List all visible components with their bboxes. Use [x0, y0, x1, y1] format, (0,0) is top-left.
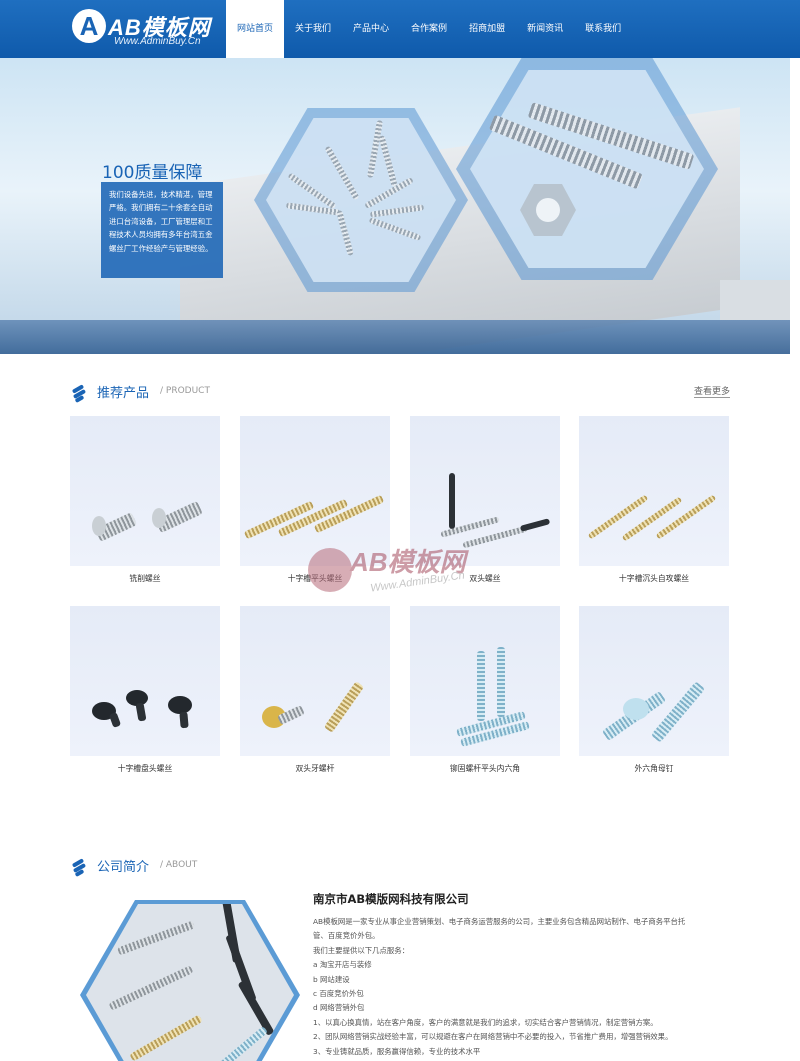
- site-logo[interactable]: A AB模板网 Www.AdminBuy.Cn: [72, 9, 222, 49]
- product-card[interactable]: 铣削螺丝: [70, 416, 220, 588]
- stud-bolt-icon: [240, 606, 390, 756]
- company-name: 南京市AB模版网科技有限公司: [313, 892, 469, 906]
- about-line: 3、专业铸就品质，服务赢得信赖，专业的技术水平: [313, 1046, 481, 1056]
- nav-about[interactable]: 关于我们: [284, 0, 342, 58]
- watermark-logo-icon: [308, 548, 352, 592]
- countersunk-tapping-screw-icon: [579, 416, 729, 566]
- about-line: 我们主要提供以下几点服务：: [313, 945, 410, 955]
- product-name: 铆固螺杆平头内六角: [449, 764, 521, 773]
- about-section-header: 公司简介 / ABOUT: [70, 856, 730, 878]
- site-header: A AB模板网 Www.AdminBuy.Cn 网站首页 关于我们 产品中心 合…: [0, 0, 800, 58]
- company-description: AB模板网是一家专业从事企业营销策划、电子商务运营服务的公司，主要业务包含精品网…: [313, 915, 743, 1059]
- hex-nut-hole: [536, 198, 560, 222]
- about-line: AB模板网是一家专业从事企业营销策划、电子商务运营服务的公司，主要业务包含精品网…: [313, 917, 686, 926]
- products-subtitle: / PRODUCT: [160, 386, 210, 396]
- product-card[interactable]: 外六角母钉: [579, 606, 729, 778]
- company-image-hexagon: [80, 900, 300, 1061]
- logo-subtitle: Www.AdminBuy.Cn: [114, 36, 201, 47]
- nav-home[interactable]: 网站首页: [226, 0, 285, 58]
- main-nav: 网站首页 关于我们 产品中心 合作案例 招商加盟 新闻资讯 联系我们: [226, 0, 632, 58]
- section-bars-icon: [70, 384, 87, 403]
- product-name: 铣削螺丝: [129, 574, 161, 583]
- section-bars-icon: [70, 858, 87, 877]
- ground-reflection: [0, 320, 790, 354]
- nav-join[interactable]: 招商加盟: [458, 0, 516, 58]
- products-title: 推荐产品: [97, 386, 150, 401]
- hero-description: 我们设备先进，技术精湛，管理严格。我们拥有二十余套全自动进口台湾设备，工厂管理层…: [101, 182, 223, 278]
- product-card[interactable]: 铆固螺杆平头内六角: [410, 606, 560, 778]
- hero-title: 100质量保障: [102, 163, 203, 183]
- about-line: a 淘宝开店与装修: [313, 960, 372, 970]
- product-card[interactable]: 十字槽沉头自攻螺丝: [579, 416, 729, 588]
- about-line: 1、以真心换真情，站在客户角度，客户的满意就是我们的追求，切实结合客户营销情况，…: [313, 1017, 658, 1027]
- about-line: b 网站建设: [313, 974, 350, 984]
- products-section-header: 推荐产品 / PRODUCT 查看更多: [70, 382, 730, 404]
- about-subtitle: / ABOUT: [160, 860, 198, 870]
- hex-head-bolt-icon: [579, 606, 729, 756]
- logo-mark-icon: A: [72, 9, 106, 43]
- view-more-link[interactable]: 查看更多: [693, 384, 730, 398]
- nav-products[interactable]: 产品中心: [342, 0, 400, 58]
- watermark: AB模板网 Www.AdminBuy.Cn: [308, 538, 508, 608]
- screws-photo: [86, 904, 294, 1061]
- about-line: 2、团队网络营销实战经验丰富，可以规避在客户在网络营销中不必要的投入，节省推广费…: [313, 1032, 673, 1042]
- about-title: 公司简介: [97, 860, 150, 875]
- nav-contact[interactable]: 联系我们: [574, 0, 632, 58]
- nav-cases[interactable]: 合作案例: [400, 0, 458, 58]
- product-card[interactable]: 双头牙螺杆: [240, 606, 390, 778]
- product-card[interactable]: 十字槽盘头螺丝: [70, 606, 220, 778]
- hero-banner[interactable]: 100质量保障 我们设备先进，技术精湛，管理严格。我们拥有二十余套全自动进口台湾…: [0, 58, 790, 354]
- about-line: d 网络营销外包: [313, 1003, 365, 1013]
- product-name: 双头牙螺杆: [295, 764, 335, 773]
- pan-head-screw-icon: [70, 606, 220, 756]
- product-name: 外六角母钉: [634, 764, 674, 773]
- milled-screw-icon: [70, 416, 220, 566]
- product-name: 十字槽沉头自攻螺丝: [618, 574, 690, 583]
- nav-news[interactable]: 新闻资讯: [516, 0, 574, 58]
- about-line: c 百度竞价外包: [313, 989, 364, 999]
- about-line: 管、百度竞价外包。: [313, 931, 380, 941]
- hex-socket-bolt-icon: [410, 606, 560, 756]
- product-name: 十字槽盘头螺丝: [117, 764, 173, 773]
